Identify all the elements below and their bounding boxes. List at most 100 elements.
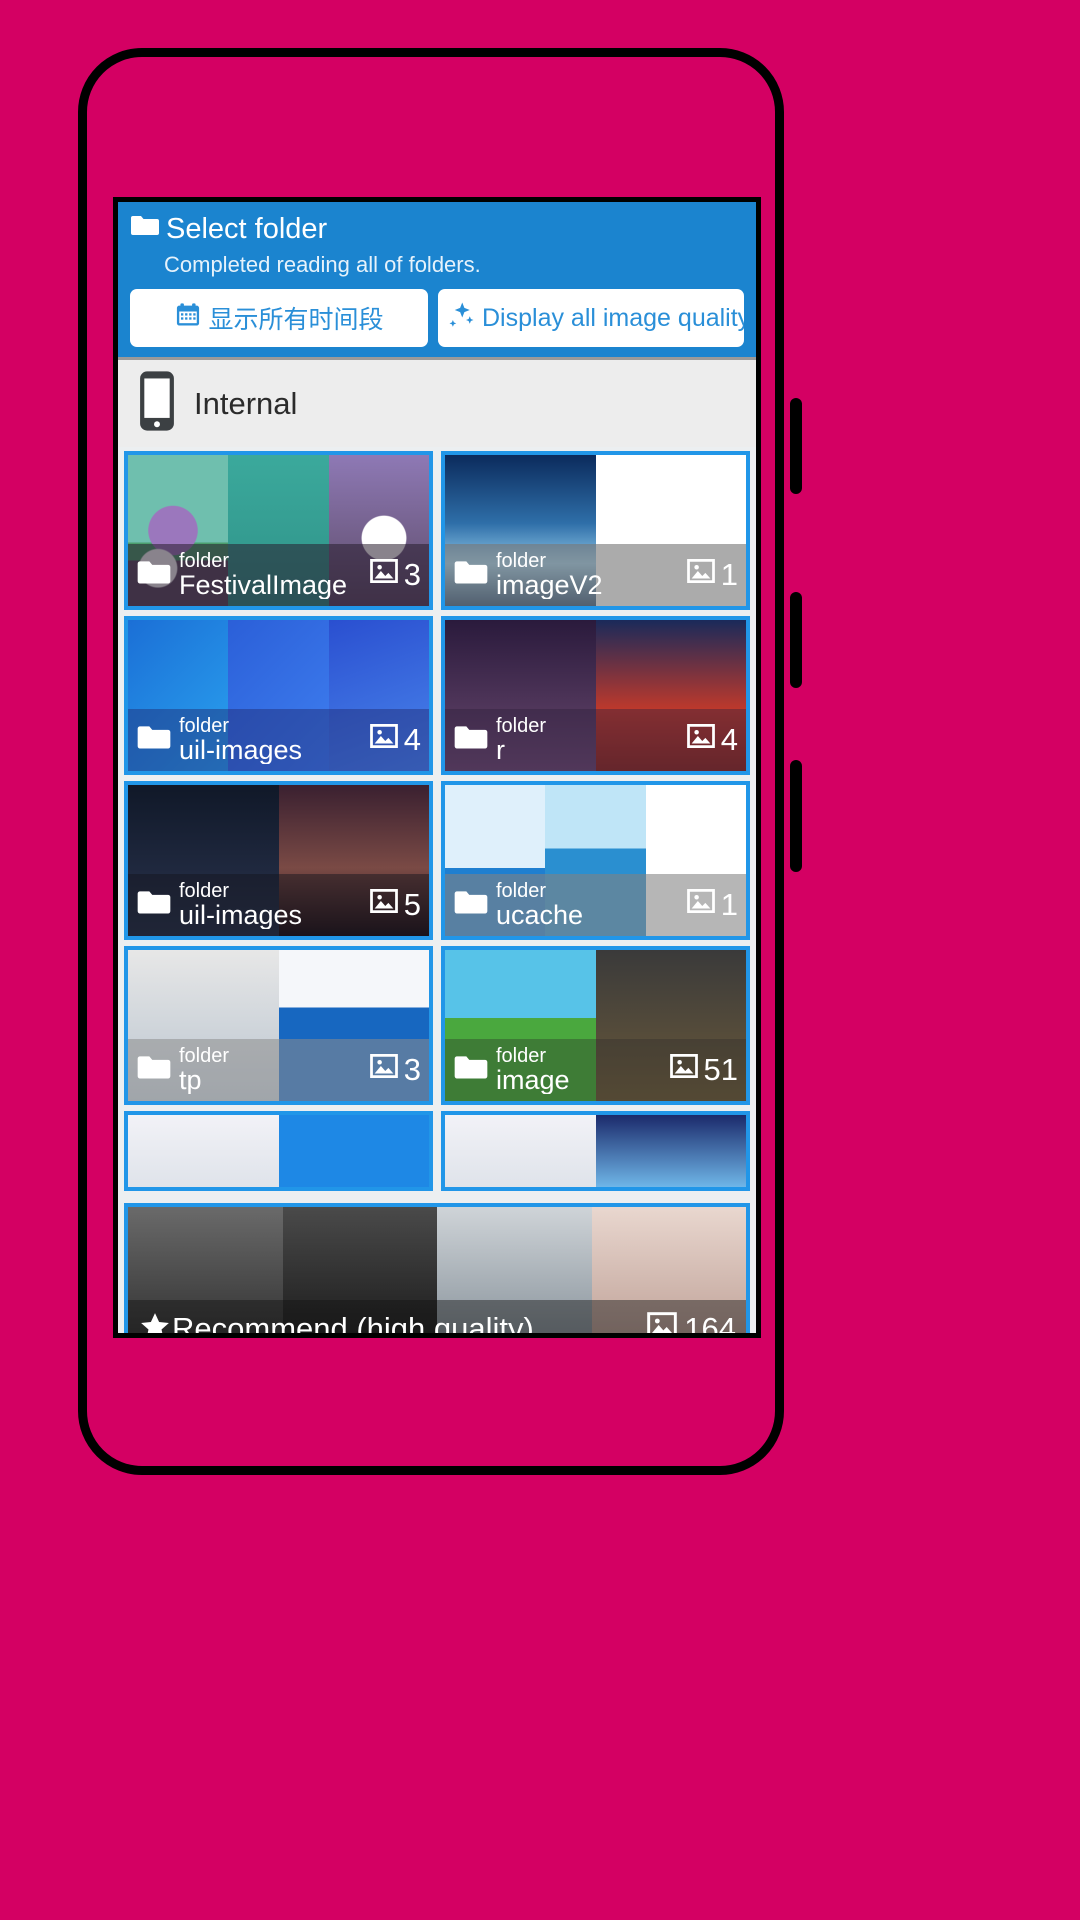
folder-grid[interactable]: folder FestivalImage 3 folder imageV2 1 … [118,447,756,1333]
folder-count-value: 5 [403,887,421,922]
folder-card[interactable] [441,1111,750,1191]
sparkle-icon [446,300,476,337]
volume-down-button[interactable] [790,592,802,688]
folder-kind: folder [496,549,547,572]
recommend-label: Recommend (high quality) [172,1311,534,1333]
folder-card[interactable]: folder ucache 1 [441,781,750,940]
folder-label-bar: folder imageV2 1 [445,544,746,606]
folder-name: FestivalImage [179,571,348,600]
image-icon [686,556,716,594]
folder-icon [453,724,489,757]
folder-card[interactable]: folder imageV2 1 [441,451,750,610]
folder-name: ucache [496,901,584,930]
folder-kind: folder [496,714,547,737]
image-icon [686,886,716,924]
dialog-header: Select folder Completed reading all of f… [118,202,756,357]
folder-count: 51 [669,1051,738,1089]
folder-label-bar: folder FestivalImage 3 [128,544,429,606]
folder-icon [136,559,172,592]
recommend-label-bar: Recommend (high quality) 164 [128,1300,746,1333]
folder-label-bar: folder uil-images 4 [128,709,429,771]
folder-count-value: 4 [720,722,738,757]
folder-count-value: 3 [403,557,421,592]
folder-name: uil-images [179,736,303,765]
folder-count-value: 1 [720,557,738,592]
folder-count: 3 [369,1051,421,1089]
volume-up-button[interactable] [790,398,802,494]
folder-icon [453,559,489,592]
folder-count: 3 [369,556,421,594]
folder-grid-row: folder uil-images 4 folder r 4 [124,616,750,775]
recommend-card[interactable]: Recommend (high quality) 164 [124,1203,750,1333]
folder-grid-row: folder tp 3 folder image 51 [124,946,750,1105]
storage-label: Internal [194,385,298,421]
folder-kind: folder [496,879,547,902]
folder-count-value: 51 [703,1052,738,1087]
folder-card[interactable]: folder image 51 [441,946,750,1105]
thumbnail [278,1115,429,1187]
folder-icon [130,214,160,244]
folder-icon [136,1054,172,1087]
power-button[interactable] [790,760,802,872]
select-folder-dialog: Select folder Completed reading all of f… [113,197,761,1338]
folder-kind: folder [496,1044,547,1067]
folder-grid-row: folder uil-images 5 folder ucache 1 [124,781,750,940]
thumbnail [595,1115,746,1187]
image-icon [646,1309,678,1333]
folder-icon [453,889,489,922]
filter-image-quality-button[interactable]: Display all image quality [438,289,744,347]
image-icon [369,556,399,594]
folder-label-bar: folder ucache 1 [445,874,746,936]
status-text: Completed reading all of folders. [164,252,481,277]
folder-thumbnails [128,1115,429,1187]
filter-time-range-label: 显示所有时间段 [208,306,384,334]
folder-grid-row: folder FestivalImage 3 folder imageV2 1 [124,451,750,610]
folder-count-value: 4 [403,722,421,757]
folder-name: image [496,1066,570,1095]
thumbnail [128,1115,279,1187]
folder-label-bar: folder r 4 [445,709,746,771]
page-title: Select folder [130,214,744,244]
image-icon [369,1051,399,1089]
folder-grid-row-partial [124,1111,750,1191]
folder-card[interactable]: folder uil-images 5 [124,781,433,940]
folder-card[interactable]: folder tp 3 [124,946,433,1105]
folder-card[interactable]: folder uil-images 4 [124,616,433,775]
phone-icon [136,370,178,437]
folder-card[interactable]: folder FestivalImage 3 [124,451,433,610]
folder-icon [453,1054,489,1087]
folder-kind: folder [179,879,230,902]
folder-label-bar: folder uil-images 5 [128,874,429,936]
folder-kind: folder [179,549,230,572]
folder-count: 1 [686,886,738,924]
recommend-count-value: 164 [684,1311,736,1333]
folder-icon [136,724,172,757]
thumbnail [445,1115,596,1187]
calendar-icon [174,301,202,336]
folder-count-value: 3 [403,1052,421,1087]
folder-name: imageV2 [496,571,603,600]
filter-button-row: 显示所有时间段 Display all image quality [130,289,744,347]
folder-label-bar: folder image 51 [445,1039,746,1101]
folder-count: 4 [686,721,738,759]
image-icon [669,1051,699,1089]
folder-count: 1 [686,556,738,594]
folder-count-value: 1 [720,887,738,922]
storage-section-header: Internal [118,357,756,447]
folder-count: 4 [369,721,421,759]
folder-label-bar: folder tp 3 [128,1039,429,1101]
image-icon [369,721,399,759]
folder-name: tp [179,1066,202,1095]
folder-icon [136,889,172,922]
folder-card[interactable] [124,1111,433,1191]
folder-name: uil-images [179,901,303,930]
filter-time-range-button[interactable]: 显示所有时间段 [130,289,428,347]
folder-card[interactable]: folder r 4 [441,616,750,775]
folder-name: r [496,736,505,765]
folder-kind: folder [179,1044,230,1067]
folder-kind: folder [179,714,230,737]
star-icon [138,1310,172,1333]
page-title-text: Select folder [166,212,328,245]
folder-thumbnails [445,1115,746,1187]
image-icon [369,886,399,924]
